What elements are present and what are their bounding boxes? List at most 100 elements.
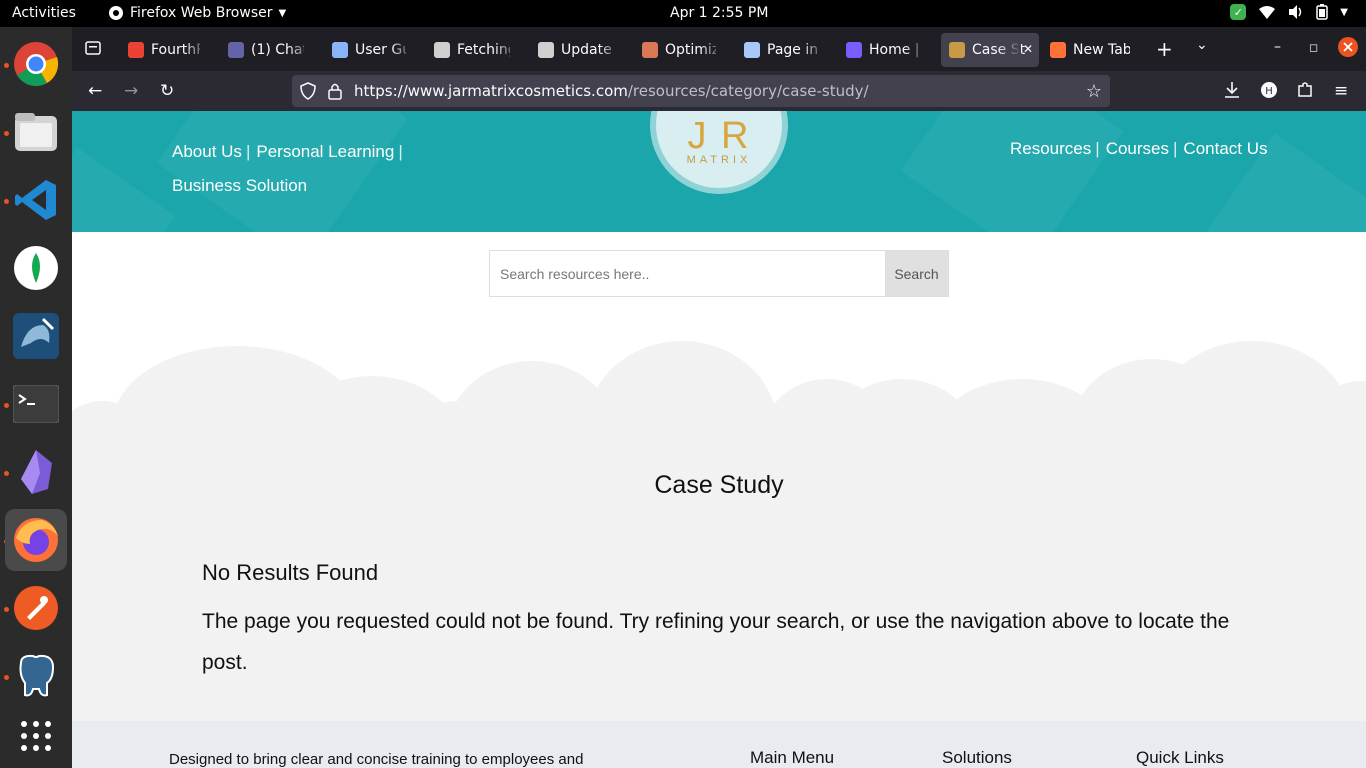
activities-button[interactable]: Activities (12, 5, 76, 21)
account-avatar-icon[interactable]: H (1260, 81, 1278, 104)
terminal-icon[interactable] (12, 380, 60, 428)
logo-subtitle: MATRIX (686, 154, 752, 166)
chrome-icon[interactable] (12, 40, 60, 88)
shield-icon[interactable] (300, 82, 316, 104)
browser-tab[interactable]: Update C (530, 33, 622, 67)
resource-search-form: Search (489, 250, 949, 297)
mysql-workbench-icon[interactable] (12, 312, 60, 360)
browser-tab[interactable]: (1) Chat | (220, 33, 312, 67)
url-path: /resources/category/case-study/ (627, 82, 869, 100)
no-results-heading: No Results Found (202, 560, 379, 585)
close-tab-icon[interactable]: ✕ (1023, 42, 1033, 56)
tab-favicon-icon (128, 42, 144, 58)
nav-left-row1: About Us | Personal Learning | (172, 142, 409, 162)
firefox-view-icon[interactable] (84, 39, 102, 61)
web-page: About Us | Personal Learning | Business Sol… (72, 111, 1366, 768)
new-tab-plus-icon[interactable]: + (1156, 37, 1173, 61)
extensions-icon[interactable] (1296, 81, 1314, 104)
app-grid-icon[interactable] (12, 712, 60, 760)
browser-tab[interactable]: Page ind (736, 33, 826, 67)
tab-label-fade (288, 33, 312, 67)
postgresql-icon[interactable] (12, 652, 60, 700)
back-arrow-icon[interactable]: ← (88, 81, 102, 101)
nav-right: Resources | Courses | Contact Us (1010, 139, 1268, 159)
nav-contact-us[interactable]: Contact Us (1183, 139, 1267, 158)
hamburger-menu-icon[interactable]: ≡ (1334, 81, 1348, 101)
bookmark-star-icon[interactable]: ☆ (1086, 81, 1102, 102)
maximize-icon[interactable]: ◻ (1309, 41, 1318, 54)
tab-selected[interactable]: Case St✕ (941, 33, 1039, 67)
files-icon[interactable] (12, 108, 60, 156)
running-indicator (4, 607, 9, 612)
browser-tab[interactable]: Home | H (838, 33, 928, 67)
obsidian-icon[interactable] (12, 448, 60, 496)
browser-tab[interactable]: User Guid (324, 33, 414, 67)
caret-down-icon: ▼ (278, 7, 287, 19)
nav-personal-learning[interactable]: Personal Learning (256, 142, 394, 161)
tab-favicon-icon (642, 42, 658, 58)
firefox-small-icon (109, 6, 123, 20)
volume-icon (1289, 5, 1302, 19)
running-indicator (4, 675, 9, 680)
lock-icon[interactable] (328, 82, 342, 104)
tab-label-fade (997, 33, 1021, 67)
tab-favicon-icon (846, 42, 862, 58)
close-window-icon[interactable] (1338, 37, 1358, 61)
minimize-icon[interactable]: – (1274, 39, 1281, 55)
decorative-shape (156, 111, 408, 232)
tab-label-fade (904, 33, 928, 67)
update-check-icon[interactable]: ✓ (1230, 4, 1247, 20)
downloads-icon[interactable] (1224, 81, 1240, 104)
system-tray[interactable]: ✓ ▼ (1230, 4, 1348, 20)
browser-nav-bar: ← → ↻ https://www.jarmatrixcosmetics.com… (72, 71, 1366, 111)
clock[interactable]: Apr 1 2:55 PM (670, 5, 768, 21)
tab-favicon-icon (332, 42, 348, 58)
url-bar[interactable]: https://www.jarmatrixcosmetics.com/resou… (292, 75, 1110, 107)
firefox-icon[interactable] (5, 509, 67, 571)
running-indicator (4, 403, 9, 408)
tab-favicon-icon (228, 42, 244, 58)
postman-icon[interactable] (12, 584, 60, 632)
logo-mark: J R (687, 115, 751, 157)
nav-courses[interactable]: Courses (1106, 139, 1169, 158)
app-menu[interactable]: Firefox Web Browser ▼ (108, 5, 286, 21)
tab-label-fade (494, 33, 518, 67)
system-top-bar: Activities Firefox Web Browser ▼ Apr 1 2… (0, 0, 1366, 27)
tab-list-chevron-icon[interactable]: ⌄ (1196, 37, 1208, 53)
browser-tab[interactable]: New Tab (1042, 33, 1138, 67)
nav-business-solution[interactable]: Business Solution (172, 176, 307, 195)
running-indicator (4, 199, 9, 204)
tab-label-fade (802, 33, 826, 67)
battery-icon (1316, 4, 1329, 20)
nav-resources[interactable]: Resources (1010, 139, 1091, 158)
tab-favicon-icon (434, 42, 450, 58)
dock (0, 27, 72, 768)
reload-icon[interactable]: ↻ (160, 81, 174, 101)
nav-separator: | (1095, 139, 1100, 158)
tab-favicon-icon (949, 42, 965, 58)
tab-label-fade (598, 33, 622, 67)
caret-down-icon: ▼ (1340, 6, 1348, 18)
no-results-message: The page you requested could not be foun… (202, 610, 1230, 674)
tab-label-fade (184, 33, 208, 67)
browser-tab[interactable]: FourthPo (120, 33, 208, 67)
wifi-icon (1259, 6, 1276, 19)
resource-search-input[interactable] (490, 251, 886, 296)
site-footer: Designed to bring clear and concise trai… (72, 721, 1366, 768)
tab-favicon-icon (744, 42, 760, 58)
footer-quick-links-heading: Quick Links (1136, 748, 1224, 767)
running-indicator (4, 131, 9, 136)
tab-favicon-icon (538, 42, 554, 58)
vscode-icon[interactable] (12, 176, 60, 224)
browser-tab-bar: FourthPo (1) Chat | User Guid Fetching Updat… (72, 27, 1366, 71)
tab-label-fade (390, 33, 414, 67)
browser-tab[interactable]: Optimizin (634, 33, 724, 67)
browser-tab[interactable]: Fetching (426, 33, 518, 67)
mongodb-icon[interactable] (12, 244, 60, 292)
search-button[interactable]: Search (885, 251, 948, 296)
nav-about-us[interactable]: About Us (172, 142, 242, 161)
nav-separator: | (245, 142, 251, 161)
url-text[interactable]: https://www.jarmatrixcosmetics.com/resou… (354, 82, 869, 100)
forward-arrow-icon[interactable]: → (124, 81, 138, 101)
tab-label-fade (700, 33, 724, 67)
